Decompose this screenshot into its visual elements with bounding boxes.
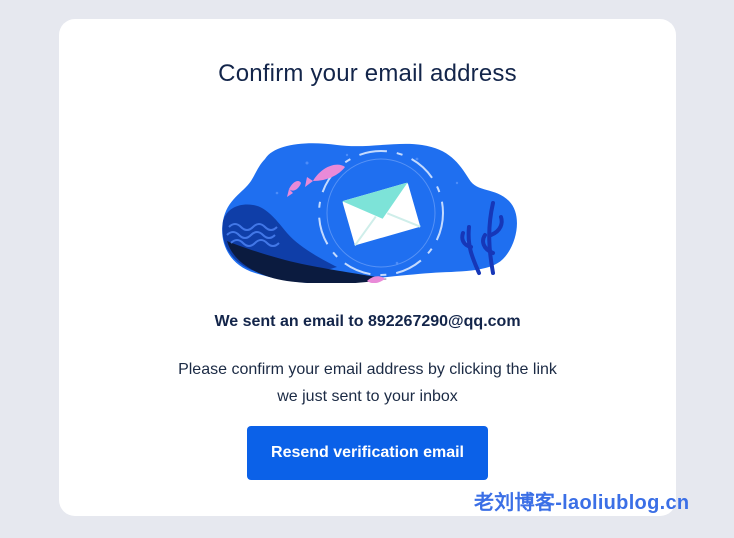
watermark: 老刘博客-laoliublog.cn (474, 492, 690, 514)
instructions-line-2: we just sent to your inbox (277, 388, 458, 405)
email-illustration (222, 143, 517, 283)
sent-email-message: We sent an email to 892267290@qq.com (214, 313, 521, 330)
resend-verification-button[interactable]: Resend verification email (247, 426, 488, 480)
page-title: Confirm your email address (218, 60, 517, 87)
instructions-line-1: Please confirm your email address by cli… (178, 361, 557, 378)
verification-card: Confirm your email address We sent an em… (59, 19, 676, 516)
instructions-text: Please confirm your email address by cli… (59, 356, 676, 410)
